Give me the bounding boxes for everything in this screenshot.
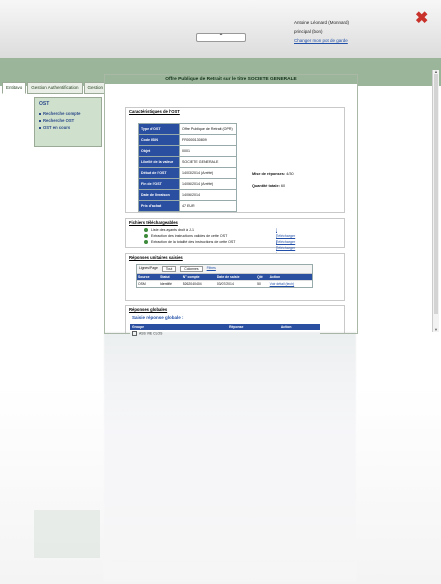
table-row: Fin de l'OST 14/06/2014 (Arrêté) <box>138 178 237 190</box>
table-cell: Identifié <box>159 280 182 287</box>
unit-responses-table: Lignes/Page Tout Colonnes Filtres Source… <box>136 264 313 288</box>
stat-responses-label: Mise de réponses: <box>252 172 286 176</box>
stat-responses-value: 4/30 <box>286 172 294 176</box>
field-value: FR0000130809 <box>179 134 237 146</box>
vertical-scrollbar[interactable]: ▲ ▼ <box>432 70 439 332</box>
field-label: Fin de l'OST <box>138 178 180 190</box>
user-role: principal (bon) <box>294 29 323 34</box>
sidebar-item-search-ost[interactable]: Recherche OST <box>35 117 101 124</box>
table-row: Début de l'OST 14/03/2014 (Arrêté) <box>138 167 237 179</box>
field-value: 14/03/2014 (Arrêté) <box>179 167 237 179</box>
user-box: Antoine Léonard (Monnard) principal (bon… <box>294 18 349 45</box>
data-table: Source Statut N° compte Date de saisie Q… <box>137 274 312 287</box>
response-stats: Mise de réponses: 4/30 Quantité totale: … <box>252 168 294 192</box>
table-cell: 03/07/2014 <box>215 280 257 287</box>
field-label: Date de livraison <box>138 189 180 201</box>
characteristics-table: Type d'OST Offre Publique de Retrait (OPR… <box>138 123 237 212</box>
stat-quantity-label: Quantité totale: <box>252 184 280 188</box>
table-row: Code ISIN FR0000130809 <box>138 134 237 146</box>
field-label: Début de l'OST <box>138 167 180 179</box>
user-name: Antoine Léonard (Monnard) <box>294 20 350 25</box>
table-row: Libellé de la valeur SOCIETE GENERALE <box>138 156 237 168</box>
field-label: Code ISIN <box>138 134 180 146</box>
sidebar-title: OST <box>39 101 50 107</box>
main-content: Offre Publique de Retrait sur le titre S… <box>104 74 358 337</box>
table-row: Objet 0001 <box>138 145 237 157</box>
sidebar-reflection <box>34 510 100 558</box>
table-row: OSM Identifié 5262040404 03/07/2014 50 V… <box>137 280 312 287</box>
field-value: 14/06/2014 (Arrêté) <box>179 178 237 190</box>
global-responses-title: Réponses globales <box>129 307 168 312</box>
sidebar: OST Recherche compte Recherche OST OST e… <box>34 97 102 147</box>
browser-screenshot: Antoine Léonard (Monnard) principal (bon… <box>0 0 441 584</box>
field-value: Offre Publique de Retrait (OPR) <box>179 123 237 135</box>
list-item: Extraction de la totalité des instructio… <box>144 239 295 256</box>
unit-responses-title: Réponses unitaires saisies <box>129 255 183 260</box>
field-label: Libellé de la valeur <box>138 156 180 168</box>
table-row: Type d'OST Offre Publique de Retrait (OPR… <box>138 123 237 135</box>
lines-per-page-select[interactable]: Tout <box>161 266 177 272</box>
scroll-down-icon[interactable]: ▼ <box>433 328 439 332</box>
lines-per-page-label: Lignes/Page <box>139 266 158 270</box>
view-detail-link[interactable]: Voir détail (tech) <box>268 280 312 287</box>
field-value: 47 EUR <box>179 200 237 212</box>
scrollbar-thumb[interactable] <box>434 74 438 314</box>
stat-quantity-value: 60 <box>280 184 286 188</box>
field-value: 0001 <box>179 145 237 157</box>
table-toolbar: Lignes/Page Tout Colonnes Filtres <box>137 265 312 274</box>
table-row: Date de livraison 14/06/2014 <box>138 189 237 201</box>
top-bar: Antoine Léonard (Monnard) principal (bon… <box>0 0 441 59</box>
filters-link[interactable]: Filtres <box>207 266 216 272</box>
table-cell: 5262040404 <box>181 280 216 287</box>
close-icon[interactable]: ✖ <box>415 11 429 27</box>
field-value: SOCIETE GENERALE <box>179 156 237 168</box>
field-value: 14/06/2014 <box>179 189 237 201</box>
collapse-toggle-button[interactable]: ⌃ <box>196 33 246 42</box>
field-label: Prix d'achat <box>138 200 180 212</box>
page-reflection <box>104 332 356 582</box>
field-label: Objet <box>138 145 180 157</box>
table-cell: 50 <box>256 280 269 287</box>
unit-responses-panel: Réponses unitaires saisies Lignes/Page T… <box>125 253 345 301</box>
columns-select[interactable]: Colonnes <box>180 266 203 272</box>
tab-entitavo[interactable]: Entitavo <box>2 82 27 94</box>
files-title: Fichiers téléchargeables <box>129 220 178 225</box>
field-label: Type d'OST <box>138 123 180 135</box>
files-panel: Fichiers téléchargeables Liste des ayant… <box>125 218 345 256</box>
characteristics-panel: Caractéristiques de l'OST Type d'OST Offr… <box>125 107 345 213</box>
change-profile-link[interactable]: Changer mon pot de garde <box>294 36 349 45</box>
table-cell: OSM <box>137 280 160 287</box>
download-status-icon <box>144 234 148 238</box>
download-status-icon <box>144 228 148 232</box>
sidebar-item-ost-in-progress[interactable]: OST en cours <box>35 124 101 131</box>
global-response-subtitle: Saisie réponse globale : <box>132 315 184 320</box>
download-status-icon <box>144 240 148 244</box>
global-responses-panel: Réponses globales Saisie réponse globale… <box>125 305 345 337</box>
characteristics-title: Caractéristiques de l'OST <box>129 109 180 114</box>
page-title: Offre Publique de Retrait sur le titre S… <box>105 75 357 84</box>
sidebar-item-search-account[interactable]: Recherche compte <box>35 110 101 117</box>
files-list: Liste des ayants droit à J-1[ Télécharge… <box>144 227 295 256</box>
tab-authentication[interactable]: Gestion Authentification <box>27 82 83 94</box>
table-row: Prix d'achat 47 EUR <box>138 200 237 212</box>
file-label: Extraction de la totalité des instructio… <box>151 240 236 244</box>
